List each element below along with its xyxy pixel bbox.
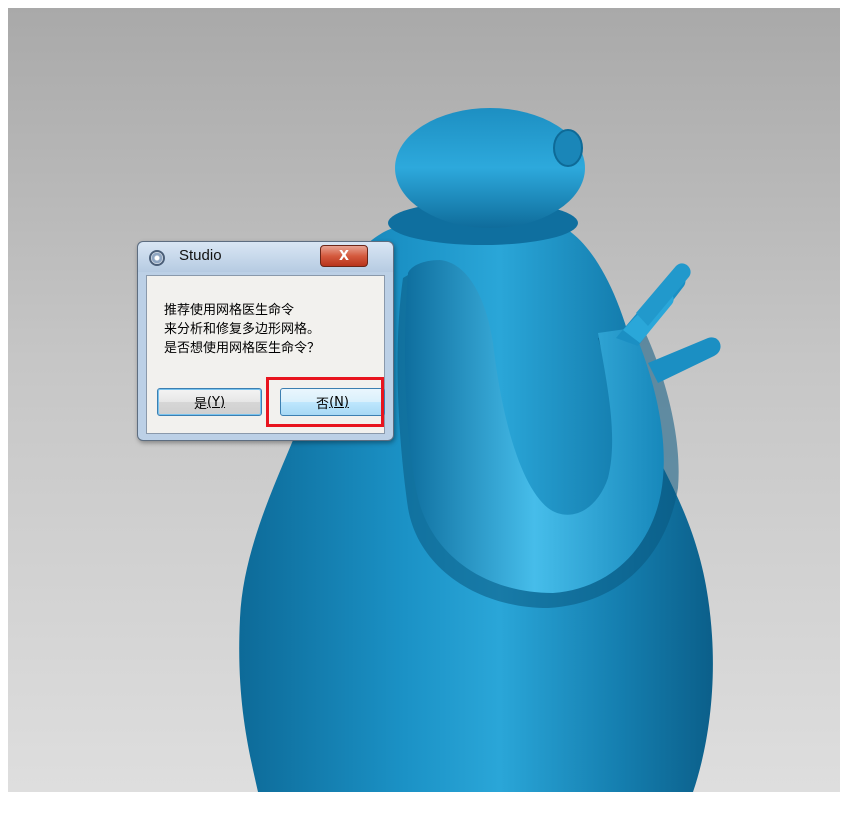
message-line: 是否想使用网格医生命令？ bbox=[164, 341, 321, 356]
model-head bbox=[395, 108, 585, 228]
studio-app-icon bbox=[149, 250, 165, 266]
model-finger bbox=[648, 337, 721, 383]
yes-button-label: 是 bbox=[193, 396, 207, 412]
mesh-model bbox=[239, 108, 721, 792]
message-line: 来分析和修复多边形网格。 bbox=[164, 322, 321, 337]
yes-button[interactable]: 是 (Y) bbox=[157, 388, 262, 416]
dialog-title: Studio bbox=[179, 247, 222, 264]
highlight-annotation bbox=[266, 377, 384, 427]
yes-button-hotkey: (Y) bbox=[206, 394, 226, 410]
dialog-titlebar[interactable]: Studio X bbox=[138, 242, 393, 272]
model-finger bbox=[636, 263, 691, 326]
close-icon: X bbox=[338, 248, 350, 264]
close-button[interactable]: X bbox=[320, 245, 368, 267]
3d-viewport[interactable] bbox=[8, 8, 840, 792]
message-line: 推荐使用网格医生命令 bbox=[164, 303, 295, 318]
dialog-message: 推荐使用网格医生命令 来分析和修复多边形网格。 是否想使用网格医生命令？ bbox=[164, 301, 320, 358]
